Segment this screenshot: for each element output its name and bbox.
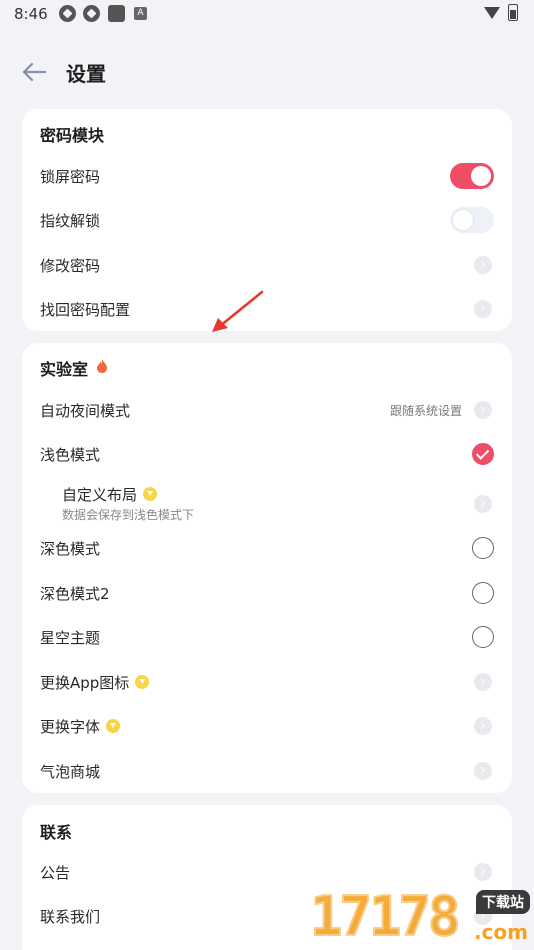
chevron-right-icon xyxy=(474,717,492,735)
lock-screen-password-row[interactable]: 锁屏密码 xyxy=(22,154,512,198)
dark-mode-row[interactable]: 深色模式 xyxy=(22,526,512,570)
row-label: 联系我们 xyxy=(40,908,101,926)
row-label: 修改密码 xyxy=(40,257,101,275)
custom-layout-row[interactable]: 自定义布局 数据会保存到浅色模式下 xyxy=(22,480,512,528)
chevron-right-icon xyxy=(474,863,492,881)
row-label: 锁屏密码 xyxy=(40,168,101,186)
watermark-digits: 17178 xyxy=(309,885,462,948)
lab-card: 实验室 自动夜间模式 跟随系统设置 浅色模式 自定义布局 数据会保存到浅色模式下… xyxy=(22,343,512,793)
status-time: 8:46 xyxy=(14,5,48,23)
watermark-logo: 17178 下载站 .com xyxy=(306,884,534,950)
annotation-arrow-icon xyxy=(212,290,264,332)
row-label: 自动夜间模式 xyxy=(40,402,131,420)
row-label: 自定义布局 xyxy=(62,484,158,505)
row-label: 更换字体 xyxy=(40,716,121,737)
row-label: 更换App图标 xyxy=(40,672,150,693)
change-app-icon-label: 更换App图标 xyxy=(40,674,130,692)
starry-theme-radio[interactable] xyxy=(472,626,494,648)
row-label: 指纹解锁 xyxy=(40,212,101,230)
fingerprint-unlock-row[interactable]: 指纹解锁 xyxy=(22,198,512,242)
vip-icon xyxy=(106,719,121,733)
chevron-right-icon xyxy=(474,762,492,780)
row-description: 数据会保存到浅色模式下 xyxy=(62,508,195,522)
back-button[interactable] xyxy=(18,56,50,88)
lock-screen-toggle[interactable] xyxy=(450,163,494,189)
row-value: 跟随系统设置 xyxy=(389,404,462,418)
chevron-right-icon xyxy=(474,401,492,419)
chevron-right-icon xyxy=(474,256,492,274)
chevron-right-icon xyxy=(474,673,492,691)
row-label: 气泡商城 xyxy=(40,763,101,781)
change-password-row[interactable]: 修改密码 xyxy=(22,243,512,287)
header: 设置 xyxy=(0,52,534,92)
row-label: 深色模式 xyxy=(40,540,101,558)
notification-square-icon xyxy=(108,5,125,22)
light-mode-radio[interactable] xyxy=(472,443,494,465)
row-label: 深色模式2 xyxy=(40,585,110,603)
change-font-row[interactable]: 更换字体 xyxy=(22,704,512,748)
battery-icon xyxy=(508,4,518,21)
app-notification-icon xyxy=(83,5,100,22)
toggle-knob xyxy=(471,166,491,186)
vip-icon xyxy=(143,487,158,501)
watermark-tag: 下载站 xyxy=(476,890,530,914)
dark-mode-2-row[interactable]: 深色模式2 xyxy=(22,571,512,615)
custom-layout-label: 自定义布局 xyxy=(62,486,138,504)
vip-icon xyxy=(135,675,150,689)
wifi-icon xyxy=(484,7,500,19)
status-bar: 8:46 A xyxy=(0,0,534,30)
light-mode-row[interactable]: 浅色模式 xyxy=(22,432,512,476)
starry-theme-row[interactable]: 星空主题 xyxy=(22,615,512,659)
auto-night-mode-row[interactable]: 自动夜间模式 跟随系统设置 xyxy=(22,388,512,432)
arrow-left-icon xyxy=(22,62,47,82)
watermark-domain: .com xyxy=(473,920,528,944)
dark-mode-radio[interactable] xyxy=(472,537,494,559)
a-notification-icon: A xyxy=(134,7,147,20)
row-label: 找回密码配置 xyxy=(40,301,131,319)
toggle-knob xyxy=(453,210,473,230)
section-title: 联系 xyxy=(40,823,73,842)
change-app-icon-row[interactable]: 更换App图标 xyxy=(22,660,512,704)
app-notification-icon xyxy=(59,5,76,22)
page-title: 设置 xyxy=(66,62,106,86)
section-title: 密码模块 xyxy=(40,126,105,145)
dark-mode-2-radio[interactable] xyxy=(472,582,494,604)
row-label: 星空主题 xyxy=(40,629,101,647)
fire-icon xyxy=(97,359,107,373)
change-font-label: 更换字体 xyxy=(40,718,101,736)
row-label: 浅色模式 xyxy=(40,446,101,464)
chevron-right-icon xyxy=(474,300,492,318)
chevron-right-icon xyxy=(474,495,492,513)
row-label: 公告 xyxy=(40,864,71,882)
bubble-store-row[interactable]: 气泡商城 xyxy=(22,749,512,793)
fingerprint-toggle[interactable] xyxy=(450,207,494,233)
section-title: 实验室 xyxy=(40,360,89,379)
